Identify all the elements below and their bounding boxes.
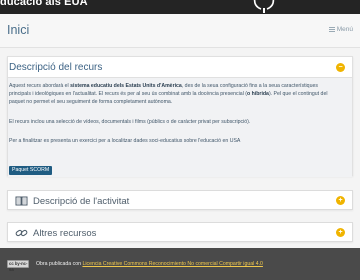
highlight-text: o <box>247 91 251 97</box>
page-header: Inici Menú <box>0 14 360 48</box>
license-link[interactable]: Licencia Creative Commons Reconocimiento… <box>82 261 262 267</box>
paragraph-text: , des de la seua configuració fins a la … <box>181 83 280 89</box>
creative-commons-badge-icon[interactable]: cc by-nc-sa <box>7 260 29 272</box>
panel-header[interactable]: Descripció del recurs − <box>8 57 352 77</box>
link-icon <box>15 229 28 237</box>
book-icon <box>15 196 28 206</box>
panel-resource-description: Descripció del recurs − <box>7 56 353 177</box>
site-title[interactable]: ducació als EUA <box>0 0 88 8</box>
highlight-text: híbrida <box>251 91 269 97</box>
panel-activity-description[interactable]: Descripció de l'activitat + <box>7 190 353 210</box>
hamburger-icon <box>328 26 335 32</box>
description-paragraph-2: El recurs inclou una selecció de vídeos,… <box>9 119 251 125</box>
scorm-package-button[interactable]: Paquet SCORM <box>9 166 53 175</box>
menu-label: Menú <box>336 26 353 33</box>
expand-toggle-icon[interactable]: + <box>336 196 345 205</box>
description-paragraph-1: Aquest recurs abordarà el sistema educat… <box>9 82 339 106</box>
description-paragraph-3: Per a finalitzar es presenta un exercici… <box>9 138 241 144</box>
footer: cc by-nc-sa Obra publicada con Licencia … <box>0 248 360 280</box>
collapse-toggle-icon[interactable]: − <box>336 63 345 72</box>
highlight-text: sistema educatiu dels Estats Units d'Amè… <box>70 83 182 89</box>
logo-icon <box>253 0 275 13</box>
panel-title: Descripció del recurs <box>9 62 103 73</box>
panel-other-resources[interactable]: Altres recursos + <box>7 222 353 242</box>
badge-label: cc by-nc-sa <box>9 261 28 272</box>
panel-title: Altres recursos <box>33 228 97 239</box>
paragraph-text: Aquest recurs abordarà el <box>9 83 71 89</box>
panel-title: Descripció de l'activitat <box>33 196 130 207</box>
page-title: Inici <box>7 23 30 37</box>
top-bar: ducació als EUA <box>0 0 360 14</box>
license-text: Obra publicada con Licencia Creative Com… <box>36 261 263 267</box>
menu-button[interactable]: Menú <box>328 26 353 33</box>
license-prefix: Obra publicada con <box>36 261 83 267</box>
expand-toggle-icon[interactable]: + <box>336 228 345 237</box>
